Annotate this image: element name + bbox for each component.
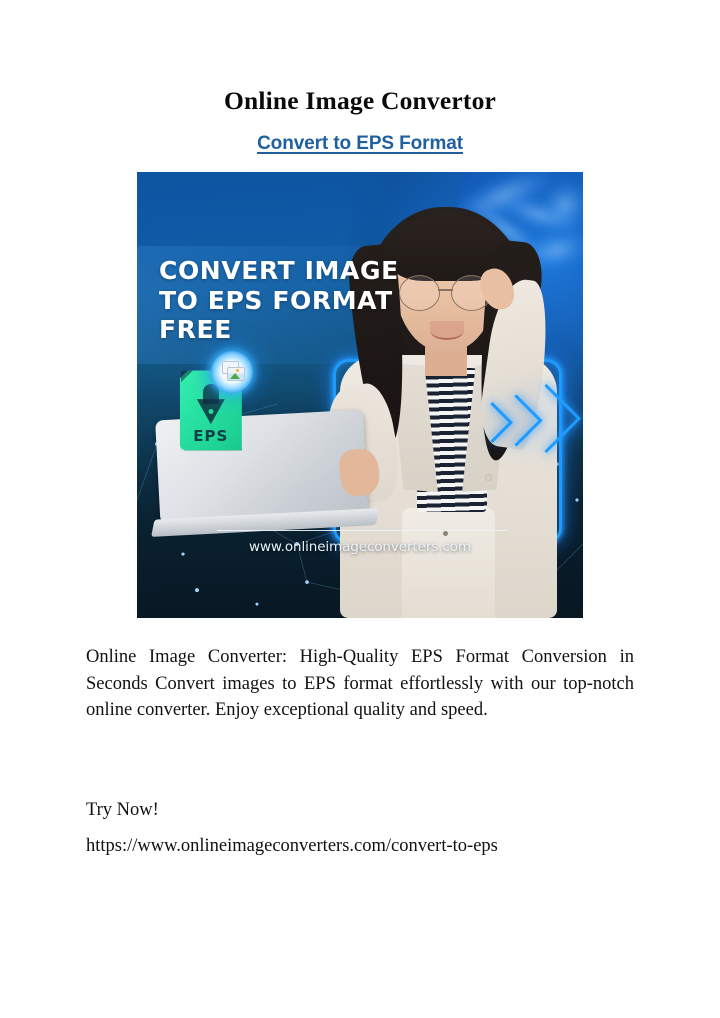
subtitle-row: Convert to EPS Format [0,133,720,155]
photo-stack-icon [210,351,253,394]
convert-to-eps-link[interactable]: Convert to EPS Format [257,133,463,154]
trousers [401,507,496,618]
banner-headline-line-1: CONVERT IMAGE [159,256,399,285]
nib-hole [208,409,214,415]
document-page: Online Image Convertor Convert to EPS Fo… [0,0,720,1018]
banner-headline-line-2: TO EPS FORMAT [159,285,393,315]
page-title: Online Image Convertor [223,86,497,115]
banner-headline: CONVERT IMAGE TO EPS FORMAT FREE [159,256,409,345]
chevron-group [471,375,583,491]
photo-sun-dot [235,369,239,373]
banner-image: EPS CONVERT IMAGE TO EPS FORMAT FREE www… [137,172,583,618]
glasses-bridge [438,289,454,291]
banner-headline-line-3: FREE [159,315,232,344]
banner-watermark-url: www.onlineimageconverters.com [249,538,471,555]
body-paragraph: Online Image Converter: High-Quality EPS… [86,647,634,720]
eyeglasses [399,274,493,311]
banner-divider [217,529,508,532]
chevron-right-icon [511,383,582,454]
eps-label: EPS [193,427,229,446]
banner-inner: EPS CONVERT IMAGE TO EPS FORMAT FREE www… [137,172,583,618]
destination-url: https://www.onlineimageconverters.com/co… [86,836,498,856]
try-now-text: Try Now! [86,800,159,820]
